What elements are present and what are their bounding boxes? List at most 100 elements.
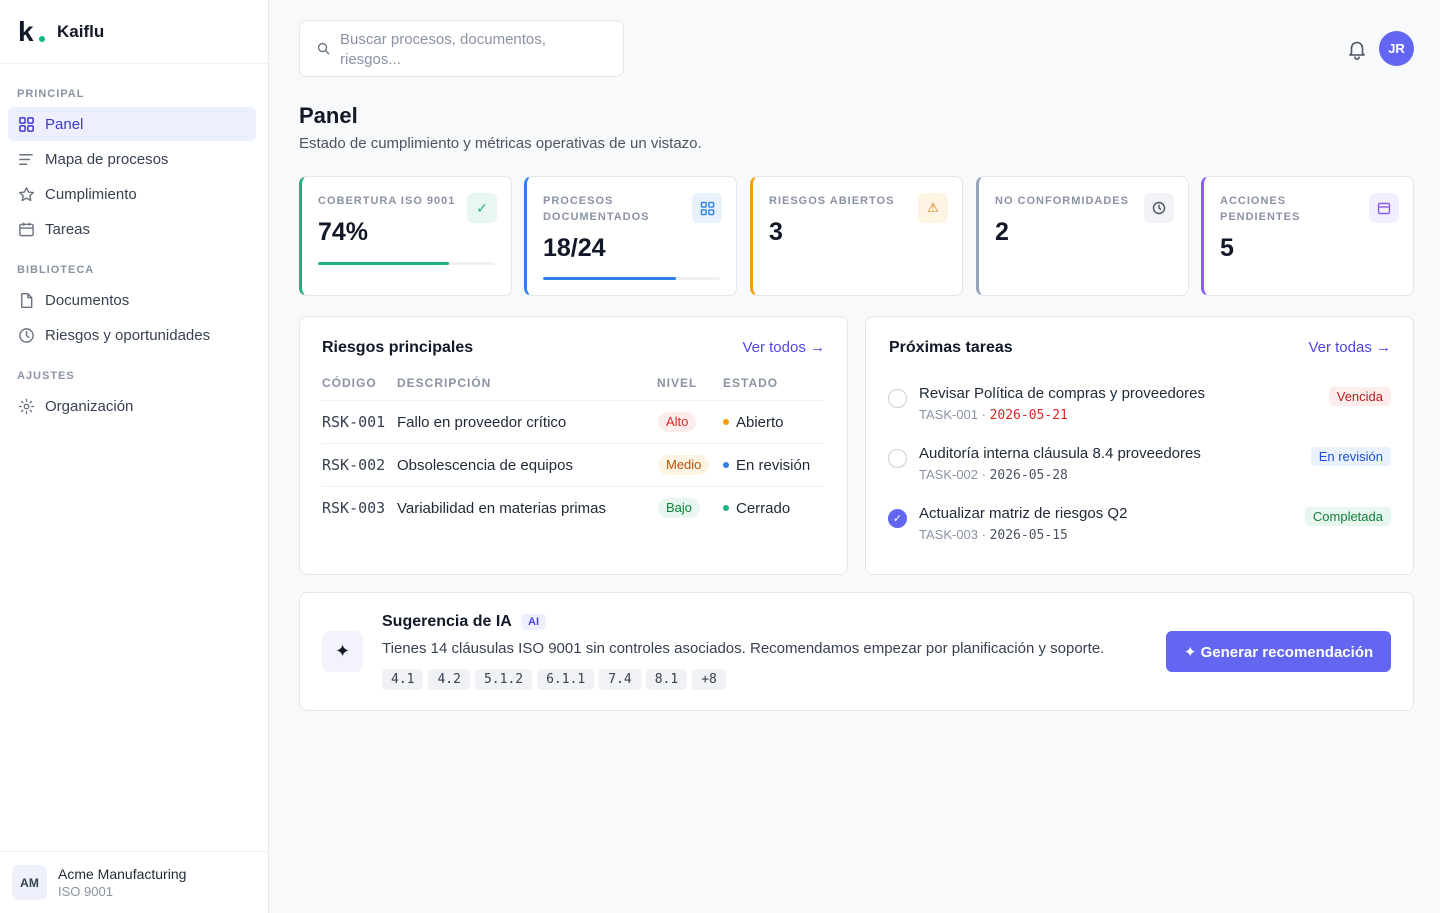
nav-section-principal: PRINCIPAL (17, 88, 85, 100)
grid-icon (692, 193, 722, 223)
sidebar-item-label: Riesgos y oportunidades (45, 326, 211, 344)
clause-chip[interactable]: 8.1 (645, 669, 688, 690)
kpi-card-acciones[interactable]: ACCIONES PENDIENTES 5 (1201, 176, 1414, 296)
list-item[interactable]: Auditoría interna cláusula 8.4 proveedor… (888, 445, 1391, 505)
clause-chip[interactable]: 6.1.1 (537, 669, 595, 690)
risks-view-all-link[interactable]: Ver todos → (742, 339, 825, 356)
tasks-title: Próximas tareas (889, 339, 1013, 356)
task-checkbox[interactable] (888, 449, 907, 468)
task-title: Actualizar matriz de riesgos Q2 (919, 505, 1128, 522)
task-checkbox[interactable] (888, 389, 907, 408)
check-icon: ✓ (467, 193, 497, 223)
lines-icon (17, 150, 35, 168)
sidebar: k Kaiflu PRINCIPAL Panel Mapa de proceso… (0, 0, 269, 913)
organization-switcher[interactable]: AM Acme Manufacturing ISO 9001 (0, 851, 268, 913)
kpi-label: COBERTURA ISO 9001 (318, 195, 456, 207)
calendar-icon (1369, 193, 1399, 223)
status-cell: En revisión (723, 444, 810, 487)
table-row[interactable]: RSK-001 Fallo en proveedor crítico Alto … (322, 400, 824, 443)
file-icon (17, 291, 35, 309)
status-badge: En revisión (1310, 447, 1391, 466)
warning-icon: ⚠ (918, 193, 948, 223)
ai-text: Tienes 14 cláusulas ISO 9001 sin control… (382, 640, 1105, 657)
nav-section-ajustes: AJUSTES (17, 370, 75, 382)
org-standard: ISO 9001 (58, 884, 113, 899)
list-item[interactable]: Revisar Política de compras y proveedore… (888, 385, 1391, 445)
risk-description: Variabilidad en materias primas (397, 500, 606, 517)
kpi-value: 3 (769, 218, 783, 246)
status-cell: Abierto (723, 401, 784, 444)
kpi-label: PROCESOS DOCUMENTADOS (543, 195, 650, 223)
status-cell: Cerrado (723, 487, 790, 530)
sidebar-item-documentos[interactable]: Documentos (8, 283, 256, 317)
sidebar-item-label: Organización (45, 397, 134, 415)
risks-title: Riesgos principales (322, 339, 474, 356)
kpi-card-cobertura[interactable]: COBERTURA ISO 9001 ✓ 74% (299, 176, 512, 296)
task-meta: TASK-001 · 2026-05-21 (919, 407, 1068, 423)
kpi-card-no-conformidades[interactable]: NO CONFORMIDADES 2 (976, 176, 1189, 296)
sidebar-item-label: Mapa de procesos (45, 150, 169, 168)
sidebar-item-tareas[interactable]: Tareas (8, 212, 256, 246)
status-dot (723, 505, 729, 511)
user-avatar[interactable]: JR (1379, 31, 1414, 66)
brand-name: Kaiflu (57, 21, 105, 41)
star-icon (17, 185, 35, 203)
generate-recommendation-button[interactable]: ✦ Generar recomendación (1166, 631, 1391, 672)
clause-chip[interactable]: 7.4 (599, 669, 641, 690)
task-title: Revisar Política de compras y proveedore… (919, 385, 1205, 402)
sidebar-item-mapa-de-procesos[interactable]: Mapa de procesos (8, 142, 256, 176)
nav-section-biblioteca: BIBLIOTECA (17, 264, 95, 276)
task-checkbox-checked[interactable]: ✓ (888, 509, 907, 528)
status-dot (723, 419, 729, 425)
list-item[interactable]: ✓ Actualizar matriz de riesgos Q2 TASK-0… (888, 505, 1391, 565)
risk-code: RSK-001 (322, 413, 386, 431)
kpi-card-procesos[interactable]: PROCESOS DOCUMENTADOS 18/24 (524, 176, 737, 296)
kpi-progress-bar (318, 262, 495, 265)
task-meta: TASK-003 · 2026-05-15 (919, 527, 1068, 543)
tasks-panel: Próximas tareas Ver todas → Revisar Polí… (865, 316, 1414, 575)
risk-description: Fallo en proveedor crítico (397, 414, 567, 431)
table-row[interactable]: RSK-002 Obsolescencia de equipos Medio E… (322, 443, 824, 486)
tasks-view-all-link[interactable]: Ver todas → (1308, 339, 1391, 356)
sidebar-item-riesgos-y-oportunidades[interactable]: Riesgos y oportunidades (8, 318, 256, 352)
sidebar-item-panel[interactable]: Panel (8, 107, 256, 141)
clock-icon (1144, 193, 1174, 223)
kpi-value: 2 (995, 218, 1009, 246)
kpi-value: 74% (318, 218, 369, 246)
risk-description: Obsolescencia de equipos (397, 457, 573, 474)
search-placeholder: Buscar procesos, documentos, riesgos... (340, 31, 546, 68)
kpi-progress-fill (543, 277, 676, 280)
bell-icon[interactable] (1346, 38, 1368, 60)
kpi-label: ACCIONES PENDIENTES (1220, 195, 1301, 223)
org-avatar: AM (12, 865, 47, 900)
table-row[interactable]: RSK-003 Variabilidad en materias primas … (322, 486, 824, 529)
clause-chip[interactable]: 4.1 (382, 669, 424, 690)
status-dot (723, 462, 729, 468)
kpi-progress-bar (543, 277, 720, 280)
brand-logo: k (18, 16, 46, 47)
page-subtitle: Estado de cumplimiento y métricas operat… (299, 135, 702, 152)
search-icon (317, 42, 330, 55)
col-header-code: CÓDIGO (322, 376, 377, 390)
risk-code: RSK-003 (322, 499, 386, 517)
kpi-label: RIESGOS ABIERTOS (769, 195, 895, 207)
search-input[interactable]: Buscar procesos, documentos, riesgos... (299, 20, 624, 77)
page-title: Panel (299, 103, 358, 128)
clause-chip[interactable]: 4.2 (428, 669, 470, 690)
kpi-value: 5 (1220, 234, 1234, 262)
ai-suggestion-panel: ✦ Sugerencia de IA AI Tienes 14 cláusula… (299, 592, 1414, 711)
sidebar-item-label: Tareas (45, 220, 91, 238)
calendar-icon (17, 220, 35, 238)
clause-chips: 4.1 4.2 5.1.2 6.1.1 7.4 8.1 +8 (382, 669, 726, 690)
brand[interactable]: k Kaiflu (0, 0, 268, 64)
sidebar-item-label: Cumplimiento (45, 185, 137, 203)
kpi-value: 18/24 (543, 234, 606, 262)
grid-icon (17, 115, 35, 133)
clause-chip-more[interactable]: +8 (692, 669, 726, 690)
kpi-card-riesgos[interactable]: RIESGOS ABIERTOS ⚠ 3 (750, 176, 963, 296)
clause-chip[interactable]: 5.1.2 (474, 669, 533, 690)
sidebar-item-cumplimiento[interactable]: Cumplimiento (8, 177, 256, 211)
sidebar-item-organizacion[interactable]: Organización (8, 389, 256, 423)
kpi-progress-fill (318, 262, 449, 265)
risk-code: RSK-002 (322, 456, 386, 474)
